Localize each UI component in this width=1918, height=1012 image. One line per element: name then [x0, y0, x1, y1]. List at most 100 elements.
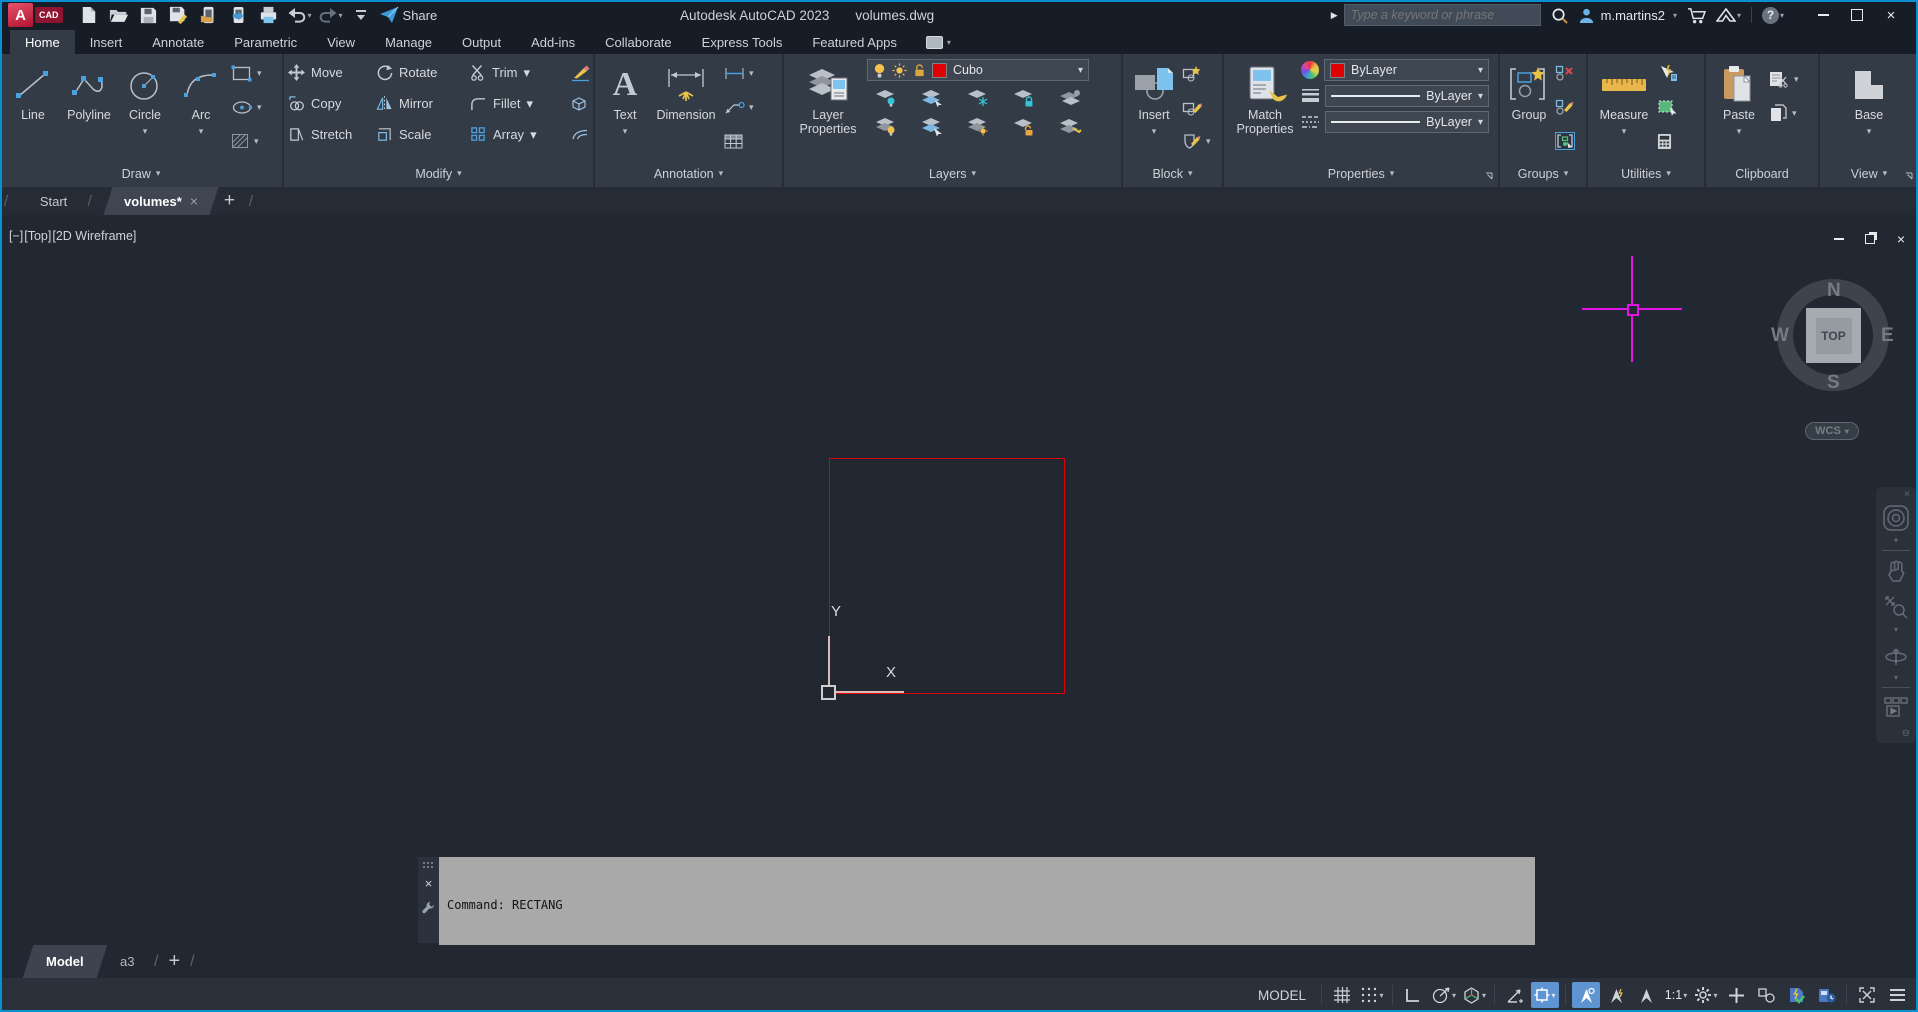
copy-button[interactable]: Copy	[288, 95, 376, 112]
layer-combo-dropdown[interactable]: ▾	[1078, 65, 1083, 76]
search-icon[interactable]	[1551, 7, 1568, 24]
close-file-tab-icon[interactable]: ×	[190, 193, 198, 209]
viewport-view-control[interactable]: [Top]	[24, 229, 51, 243]
layer-match-button[interactable]	[1056, 84, 1084, 110]
doc-restore-button[interactable]	[1863, 233, 1877, 245]
array-button[interactable]: Array ▾	[470, 126, 570, 143]
groups-panel-label[interactable]: Groups ▾	[1500, 160, 1586, 187]
layer-select-combo[interactable]: Cubo ▾	[867, 59, 1089, 81]
help-icon[interactable]: ?	[1761, 6, 1779, 24]
measure-button[interactable]: Measure ▾	[1593, 57, 1655, 160]
save-to-web-mobile-button[interactable]	[225, 2, 253, 28]
plot-button[interactable]	[255, 2, 283, 28]
create-block-button[interactable]	[1182, 63, 1211, 83]
app-store-cart-icon[interactable]	[1687, 7, 1706, 24]
tab-collaborate[interactable]: Collaborate	[590, 30, 687, 54]
ortho-mode-button[interactable]	[1399, 982, 1427, 1008]
isolate-objects-button[interactable]	[1752, 982, 1780, 1008]
layer-off-button[interactable]	[872, 84, 900, 110]
linetype-dropdown[interactable]: ▾	[1478, 117, 1483, 128]
ribbon-display-toggle[interactable]: ▾	[925, 30, 951, 54]
linetype-icon[interactable]	[1301, 114, 1320, 130]
save-as-button[interactable]	[165, 2, 193, 28]
copy-clip-button[interactable]: ▾	[1769, 103, 1799, 123]
tab-manage[interactable]: Manage	[370, 30, 447, 54]
snap-dropdown[interactable]: ▾	[1379, 991, 1383, 1000]
window-close-button[interactable]: ×	[1878, 4, 1904, 26]
command-window-grip[interactable]: ×	[418, 857, 439, 943]
annotation-scale-sync-button[interactable]	[1632, 982, 1660, 1008]
dimension-dropdown[interactable]: ▾	[749, 68, 754, 79]
block-panel-label[interactable]: Block ▾	[1123, 160, 1222, 187]
trim-dropdown[interactable]: ▾	[524, 65, 531, 81]
mirror-button[interactable]: Mirror	[376, 95, 470, 112]
cut-button[interactable]: ▾	[1769, 69, 1799, 89]
dimension-button[interactable]: Dimension	[650, 57, 722, 160]
scale-button[interactable]: Scale	[376, 126, 470, 143]
color-wheel-icon[interactable]	[1301, 61, 1319, 79]
arc-button[interactable]: Arc ▾	[173, 57, 229, 160]
new-drawing-tab-button[interactable]: +	[224, 187, 235, 215]
autodesk-menu-dropdown[interactable]: ▾	[1737, 11, 1741, 20]
lineweight-combo[interactable]: ByLayer ▾	[1325, 85, 1489, 107]
polar-tracking-button[interactable]: ▾	[1429, 982, 1458, 1008]
customize-quick-access-button[interactable]	[347, 2, 375, 28]
annotation-visibility-button[interactable]	[1572, 982, 1600, 1008]
array-dropdown[interactable]: ▾	[530, 127, 537, 143]
tab-add-ins[interactable]: Add-ins	[516, 30, 590, 54]
properties-dialog-launcher-icon[interactable]	[1485, 172, 1493, 180]
new-layout-button[interactable]: +	[168, 945, 180, 978]
osnap-dropdown[interactable]: ▾	[1551, 991, 1555, 1000]
isometric-drafting-button[interactable]: ▾	[1460, 982, 1488, 1008]
command-close-button[interactable]: ×	[425, 876, 433, 891]
modify-panel-label[interactable]: Modify ▾	[284, 160, 593, 187]
drawn-rectangle[interactable]	[829, 458, 1065, 694]
viewcube-south[interactable]: S	[1827, 372, 1840, 394]
line-button[interactable]: Line	[5, 57, 61, 160]
tab-home[interactable]: Home	[10, 30, 75, 54]
tab-output[interactable]: Output	[447, 30, 516, 54]
dimension-linear-button[interactable]: ▾	[724, 63, 754, 83]
redo-button[interactable]: ▾	[316, 2, 345, 28]
rectangle-dropdown[interactable]: ▾	[257, 68, 262, 79]
table-button[interactable]	[724, 131, 754, 151]
arc-dropdown[interactable]: ▾	[199, 124, 204, 138]
lineweight-icon[interactable]	[1301, 88, 1320, 104]
insert-dropdown[interactable]: ▾	[1152, 124, 1157, 138]
layer-properties-button[interactable]: Layer Properties	[789, 57, 867, 160]
layout-tab-model[interactable]: Model	[22, 945, 107, 978]
fillet-dropdown[interactable]: ▾	[526, 96, 533, 112]
object-color-combo[interactable]: ByLayer ▾	[1324, 59, 1489, 81]
layer-thaw-sun-icon[interactable]	[892, 62, 907, 78]
rotate-button[interactable]: Rotate	[376, 64, 470, 81]
layer-on-bulb-icon[interactable]	[873, 63, 886, 78]
leader-dropdown[interactable]: ▾	[749, 102, 754, 113]
match-properties-button[interactable]: Match Properties	[1229, 57, 1301, 160]
user-menu-dropdown[interactable]: ▾	[1673, 11, 1677, 20]
layer-freeze-button[interactable]	[964, 84, 992, 110]
file-tab-start[interactable]: Start	[20, 187, 89, 215]
window-maximize-button[interactable]	[1844, 4, 1870, 26]
search-expand-arrow[interactable]: ▶	[1331, 10, 1338, 21]
select-similar-button[interactable]	[1657, 97, 1678, 117]
viewcube-top-face[interactable]: TOP	[1806, 308, 1861, 363]
copy-clip-dropdown[interactable]: ▾	[1792, 108, 1797, 119]
group-selection-toggle-button[interactable]	[1555, 131, 1575, 151]
viewcube-west[interactable]: W	[1771, 325, 1789, 347]
viewcube-north[interactable]: N	[1827, 280, 1841, 302]
command-window[interactable]: × Command: RECTANG Specify first corner …	[418, 857, 1535, 945]
circle-dropdown[interactable]: ▾	[143, 124, 148, 138]
utilities-panel-label[interactable]: Utilities ▾	[1588, 160, 1704, 187]
layout-tab-a3[interactable]: a3	[96, 945, 157, 978]
open-from-web-mobile-button[interactable]	[195, 2, 223, 28]
quick-select-button[interactable]	[1657, 63, 1678, 83]
rectangle-tool-button[interactable]: ▾	[231, 63, 262, 83]
layer-unlock-icon[interactable]	[913, 63, 926, 78]
fillet-button[interactable]: Fillet ▾	[470, 95, 570, 112]
view-dialog-launcher-icon[interactable]	[1905, 172, 1913, 180]
layer-thaw-all-button[interactable]	[964, 113, 992, 139]
model-space-indicator[interactable]: MODEL	[1258, 988, 1306, 1003]
window-minimize-button[interactable]	[1810, 4, 1836, 26]
autodesk-logo-icon[interactable]	[1715, 8, 1736, 22]
group-button[interactable]: Group	[1505, 57, 1553, 160]
